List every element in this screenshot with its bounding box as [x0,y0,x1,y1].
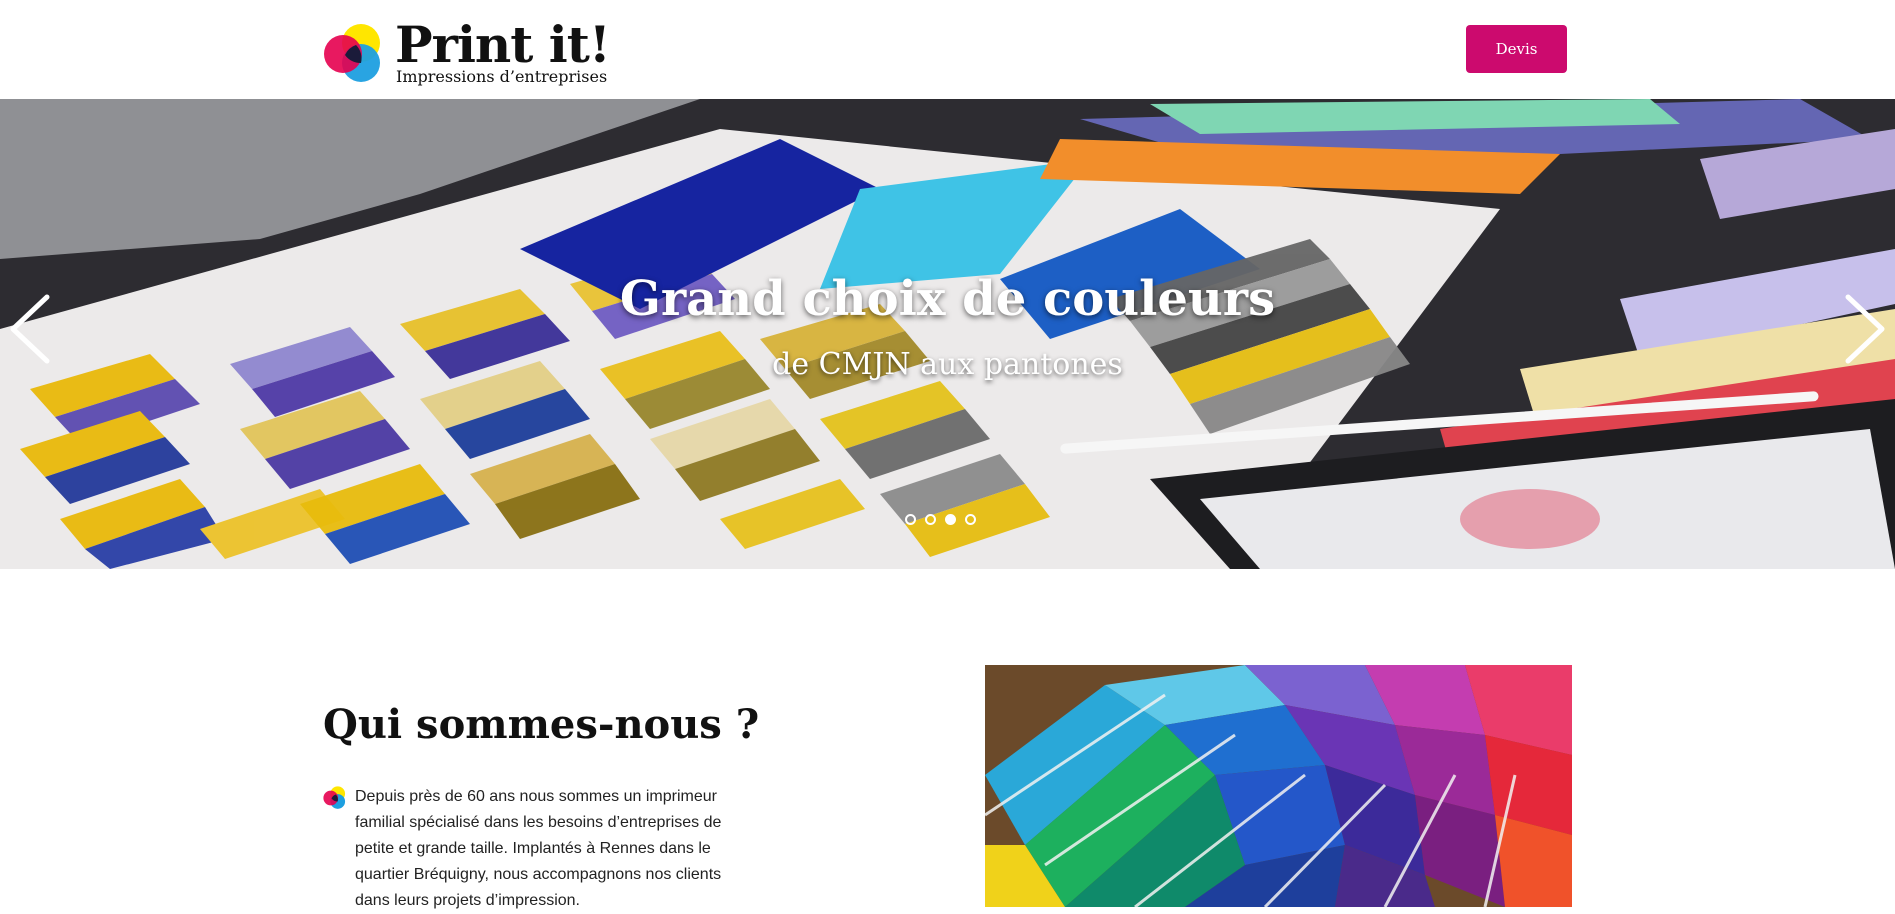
chevron-right-icon[interactable] [1840,289,1890,369]
hero-subtitle: de CMJN aux pantones [772,347,1123,382]
hero-carousel: Grand choix de couleurs de CMJN aux pant… [0,99,1895,569]
carousel-dot-1[interactable] [905,514,916,525]
carousel-indicators [905,514,995,530]
about-title: Qui sommes-nous ? [323,701,760,748]
logo-tagline: Impressions d’entreprises [396,67,608,86]
hero-image [0,99,1895,569]
logo-bullet-icon [323,786,346,809]
logo-circles-icon [324,24,380,82]
logo-title: Print it! [395,15,611,74]
about-text: Depuis près de 60 ans nous sommes un imp… [355,788,722,909]
site-header: Print it! Impressions d’entreprises Devi… [0,0,1895,99]
carousel-dot-3[interactable] [945,514,956,525]
pantone-fan-image [985,665,1572,907]
carousel-dot-4[interactable] [965,514,976,525]
hero-title: Grand choix de couleurs [619,271,1276,327]
chevron-left-icon[interactable] [5,289,55,369]
devis-button[interactable]: Devis [1466,25,1567,73]
logo[interactable]: Print it! Impressions d’entreprises [323,18,611,88]
carousel-dot-2[interactable] [925,514,936,525]
